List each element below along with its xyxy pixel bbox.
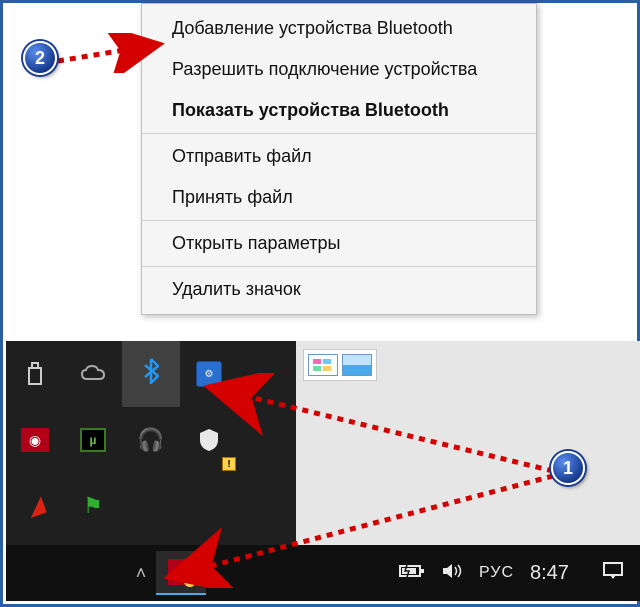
camera-icon[interactable]: ◉ — [6, 407, 64, 473]
taskbar: ˄ РУС 8:47 — [6, 545, 640, 601]
menu-item-send-file[interactable]: Отправить файл — [142, 136, 536, 177]
utorrent-icon[interactable]: µ — [64, 407, 122, 473]
clock[interactable]: 8:47 — [530, 562, 586, 585]
menu-item-open-settings[interactable]: Открыть параметры — [142, 223, 536, 264]
tray-row: ◢ ⚑ — [6, 473, 296, 539]
action-center-icon[interactable] — [602, 561, 624, 586]
menu-separator — [142, 220, 536, 221]
red-app-icon[interactable]: ◢ — [6, 473, 64, 539]
tray-empty — [238, 473, 296, 539]
flag-icon[interactable]: ⚑ — [64, 473, 122, 539]
tray-empty — [238, 407, 296, 473]
menu-item-show-bluetooth-devices[interactable]: Показать устройства Bluetooth — [142, 90, 536, 131]
cloud-icon[interactable] — [64, 341, 122, 407]
windows-security-icon[interactable]: ! — [180, 407, 238, 473]
bluetooth-icon[interactable] — [122, 341, 180, 407]
menu-separator — [142, 133, 536, 134]
tray-empty — [180, 473, 238, 539]
menu-item-add-bluetooth-device[interactable]: Добавление устройства Bluetooth — [142, 8, 536, 49]
taskbar-app-active[interactable] — [156, 551, 206, 595]
thumbnail-item[interactable] — [308, 354, 338, 376]
language-indicator[interactable]: РУС — [479, 564, 514, 582]
headphones-icon[interactable]: 🎧 — [122, 407, 180, 473]
tray-row: ◉ µ 🎧 ! — [6, 407, 296, 473]
tray-empty — [238, 341, 296, 407]
annotation-badge-1: 1 — [551, 451, 585, 485]
bluetooth-context-menu: Добавление устройства Bluetooth Разрешит… — [141, 3, 537, 315]
tray-chevron-icon[interactable]: ˄ — [126, 563, 156, 584]
system-tray-flyout: ⚙ ◉ µ 🎧 ! ◢ ⚑ — [6, 341, 296, 546]
menu-item-allow-device-connection[interactable]: Разрешить подключение устройства — [142, 49, 536, 90]
tray-empty — [122, 473, 180, 539]
usb-drive-icon[interactable] — [6, 341, 64, 407]
battery-icon[interactable] — [399, 563, 425, 584]
thumbnail-item[interactable] — [342, 354, 372, 376]
thumbnail-switcher — [303, 349, 377, 381]
volume-icon[interactable] — [441, 561, 463, 586]
menu-item-remove-icon[interactable]: Удалить значок — [142, 269, 536, 310]
menu-item-receive-file[interactable]: Принять файл — [142, 177, 536, 218]
intel-graphics-icon[interactable]: ⚙ — [180, 341, 238, 407]
annotation-badge-2: 2 — [23, 41, 57, 75]
menu-separator — [142, 266, 536, 267]
tray-row: ⚙ — [6, 341, 296, 407]
